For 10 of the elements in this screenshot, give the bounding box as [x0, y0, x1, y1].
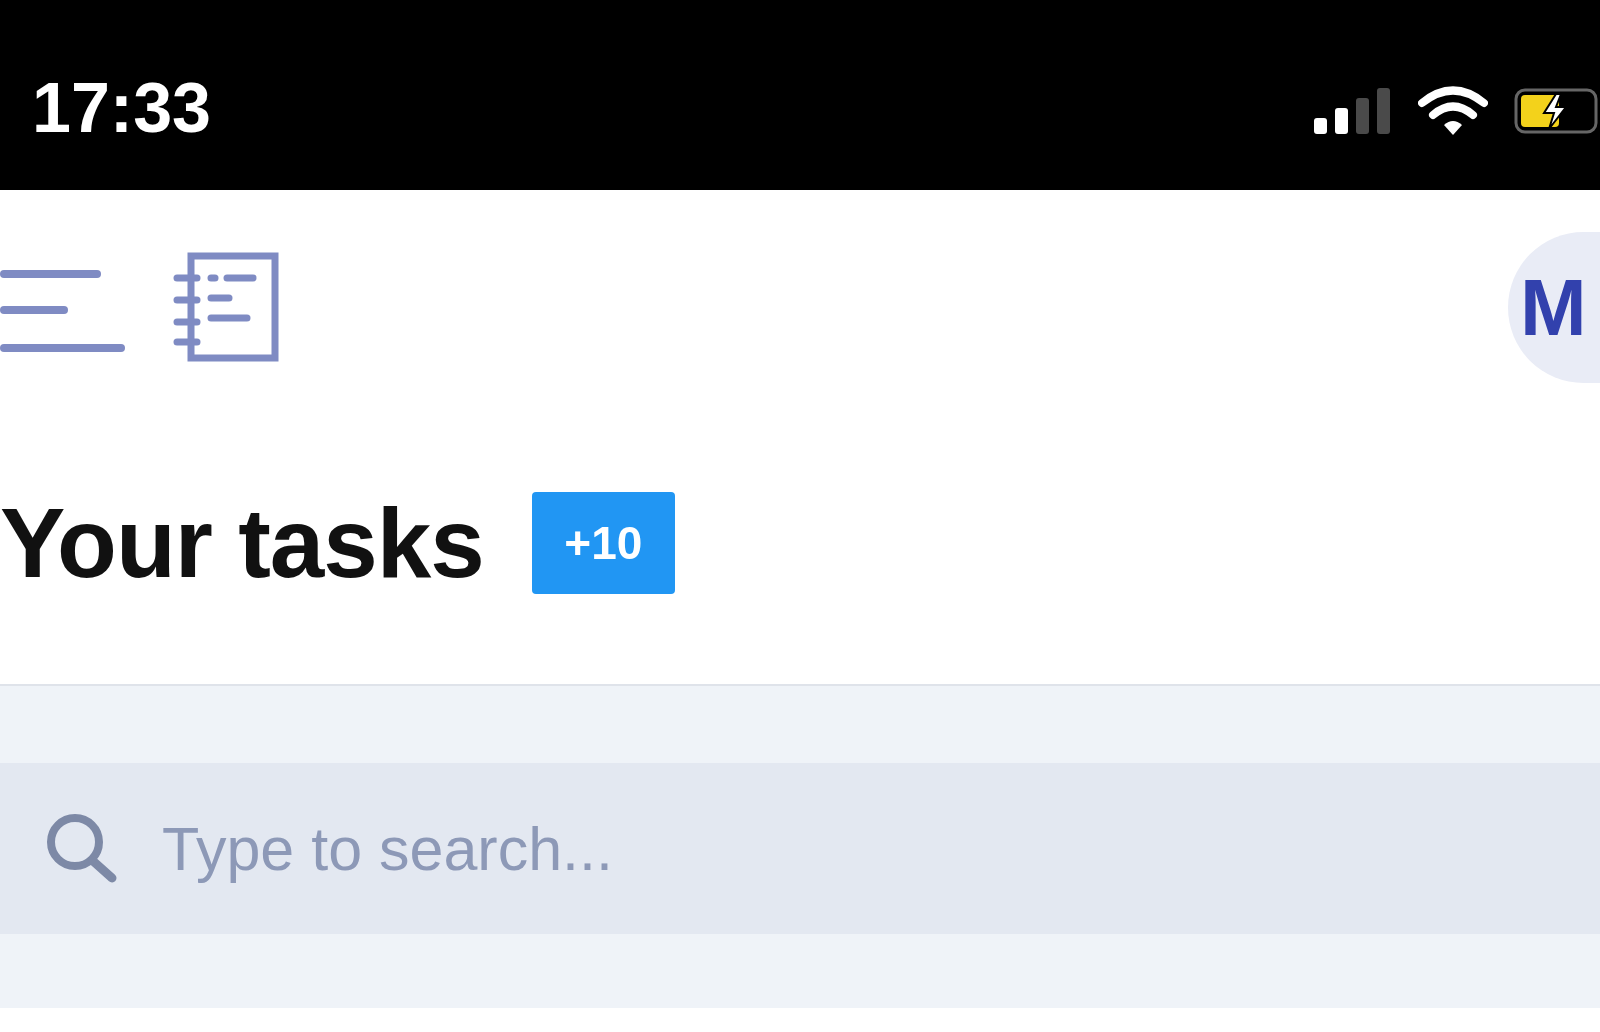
- notebook-icon[interactable]: [173, 252, 279, 362]
- clock-time: 17:33: [32, 73, 212, 143]
- wifi-icon: [1418, 86, 1488, 136]
- count-badge: +10: [531, 492, 675, 594]
- menu-icon[interactable]: [0, 270, 125, 352]
- search-field[interactable]: Type to search...: [0, 763, 1600, 934]
- avatar[interactable]: M: [1508, 231, 1600, 383]
- page-title: Your tasks: [0, 491, 484, 595]
- search-icon: [46, 813, 118, 883]
- signal-icon: [1314, 88, 1392, 134]
